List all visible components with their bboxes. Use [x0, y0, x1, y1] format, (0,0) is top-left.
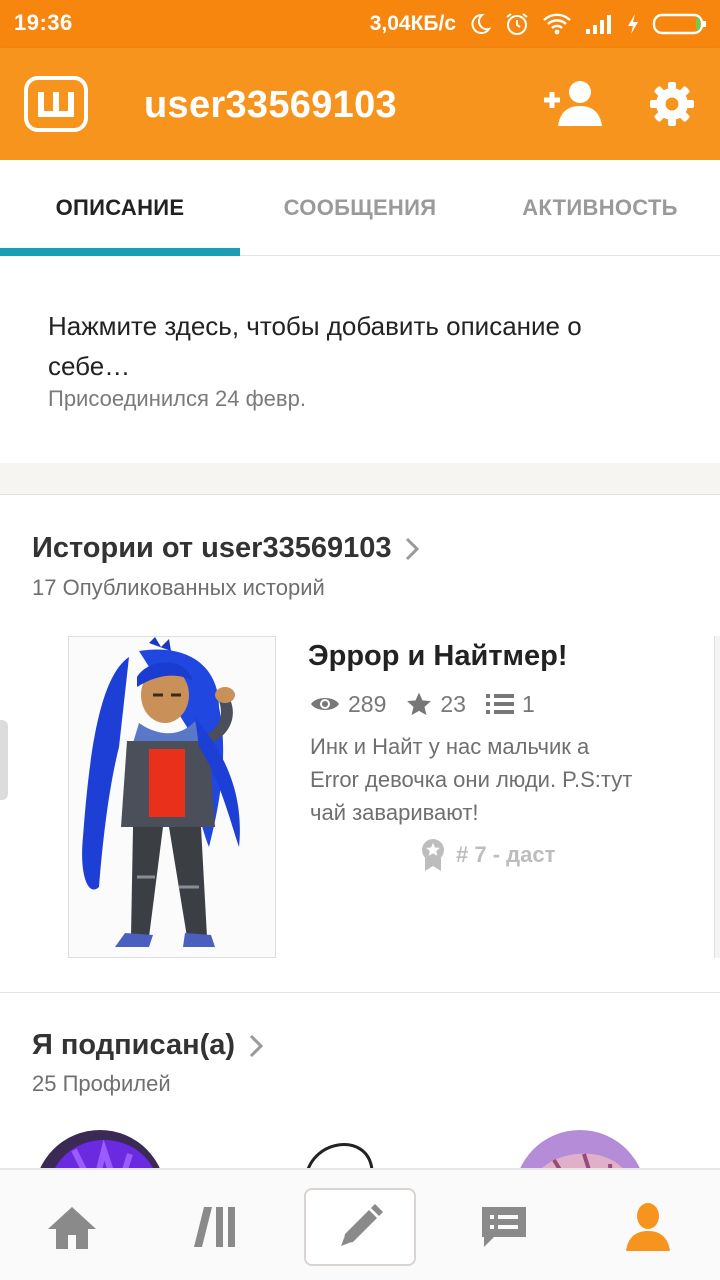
- story-stats: 289 23 1: [310, 688, 555, 720]
- active-tab-indicator: [0, 248, 240, 256]
- story-rank[interactable]: # 7 - даст: [420, 838, 555, 872]
- wifi-icon: [543, 13, 571, 35]
- stories-count: 17 Опубликованных историй: [32, 575, 325, 600]
- following-title: Я подписан(а): [32, 1029, 236, 1061]
- views-count: 289: [348, 690, 387, 717]
- stories-title: Истории от user33569103: [32, 532, 392, 564]
- ranking-badge-icon: [422, 839, 444, 871]
- chevron-right-icon: [250, 1034, 264, 1057]
- section-divider: [0, 463, 720, 495]
- following-count: 25 Профилей: [32, 1071, 171, 1096]
- views-stat: 289: [310, 691, 386, 718]
- messages-icon: [482, 1207, 526, 1247]
- charging-icon: [628, 14, 638, 34]
- nav-library-button[interactable]: [160, 1188, 272, 1266]
- profile-tabs: ОПИСАНИЕ СООБЩЕНИЯ АКТИВНОСТЬ: [0, 160, 720, 256]
- status-bar: 19:36 3,04КБ/с: [0, 0, 720, 48]
- votes-stat: 23: [406, 691, 466, 718]
- previous-story-peek[interactable]: [0, 720, 8, 800]
- settings-gear-icon[interactable]: [648, 80, 696, 128]
- star-icon: [407, 692, 432, 716]
- nav-messages-button[interactable]: [448, 1188, 560, 1266]
- network-speed: 3,04КБ/с: [369, 12, 456, 35]
- next-story-peek[interactable]: [714, 636, 720, 958]
- library-icon: [194, 1207, 235, 1247]
- wattpad-logo-icon[interactable]: [24, 76, 88, 132]
- pencil-icon: [341, 1204, 383, 1246]
- following-header[interactable]: Я подписан(а): [32, 1029, 264, 1062]
- section-divider-line: [0, 992, 720, 993]
- parts-stat: 1: [485, 690, 535, 718]
- home-icon: [48, 1207, 96, 1249]
- tab-description[interactable]: ОПИСАНИЕ: [0, 160, 240, 256]
- alarm-icon: [506, 13, 528, 35]
- rank-text: # 7 - даст: [456, 842, 556, 867]
- tab-messages[interactable]: СООБЩЕНИЯ: [240, 160, 480, 256]
- add-description-prompt[interactable]: Нажмите здесь, чтобы добавить описание о…: [48, 306, 668, 386]
- story-description: Инк и Найт у нас мальчик а Error девочка…: [310, 734, 633, 825]
- status-time: 19:36: [14, 10, 73, 35]
- bottom-navigation: [0, 1168, 720, 1280]
- moon-icon: [471, 13, 492, 34]
- list-icon: [485, 694, 514, 714]
- status-icons: 3,04КБ/с: [370, 8, 708, 40]
- nav-profile-button[interactable]: [592, 1188, 704, 1266]
- joined-date: Присоединился 24 февр.: [48, 386, 306, 411]
- chevron-right-icon: [406, 537, 420, 560]
- story-title[interactable]: Эррор и Найтмер!: [308, 640, 568, 673]
- eye-icon: [311, 698, 339, 710]
- signal-icon: [586, 15, 611, 34]
- nav-write-button[interactable]: [304, 1188, 416, 1266]
- story-cover-image[interactable]: [68, 636, 276, 958]
- follow-user-button[interactable]: [540, 78, 604, 130]
- page-title: user33569103: [144, 84, 397, 126]
- profile-icon: [626, 1203, 670, 1251]
- battery-icon: [652, 13, 706, 35]
- stories-header[interactable]: Истории от user33569103: [32, 532, 420, 565]
- nav-home-button[interactable]: [16, 1188, 128, 1266]
- tab-activity[interactable]: АКТИВНОСТЬ: [480, 160, 720, 256]
- parts-count: 1: [521, 690, 535, 717]
- app-bar: user33569103: [0, 48, 720, 160]
- votes-count: 23: [440, 690, 466, 717]
